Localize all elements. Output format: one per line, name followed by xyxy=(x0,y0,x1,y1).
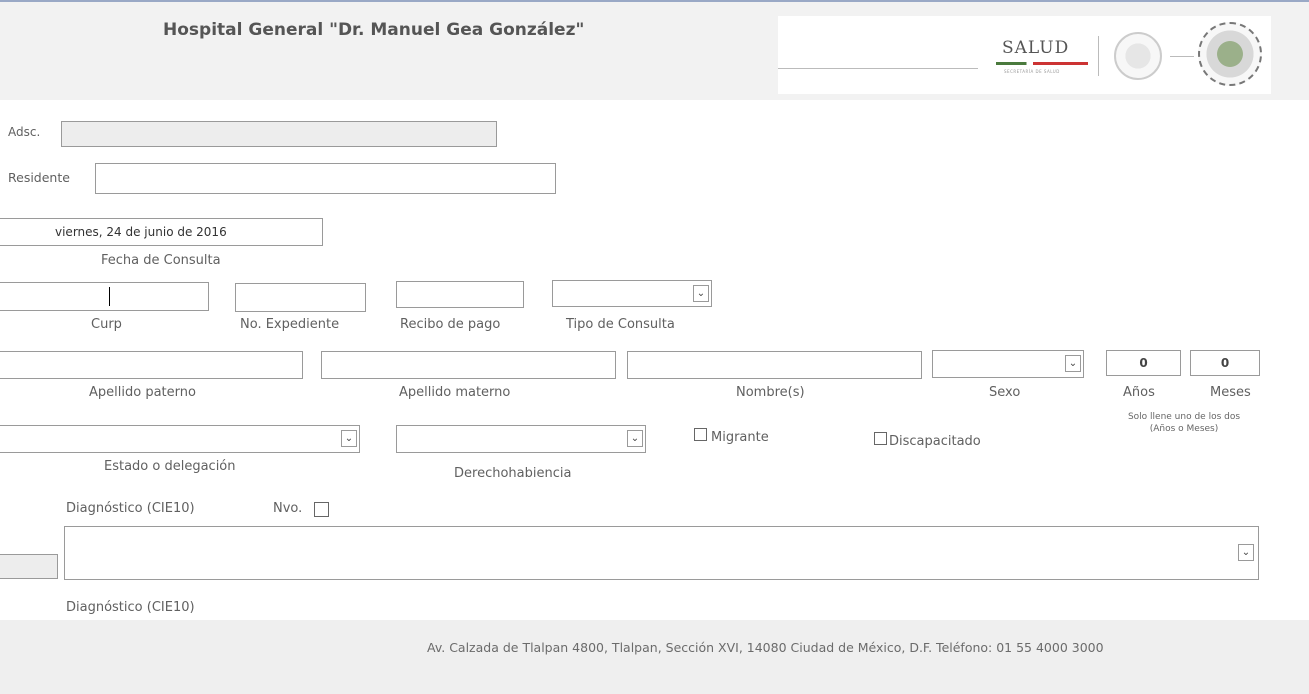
sexo-label: Sexo xyxy=(989,385,1021,400)
meses-label: Meses xyxy=(1210,385,1251,400)
apellido-materno-field[interactable] xyxy=(321,351,616,379)
text-cursor xyxy=(109,287,110,306)
estado-delegacion-select[interactable]: ⌄ xyxy=(0,425,360,453)
nvo-checkbox[interactable] xyxy=(314,502,329,517)
diagnostico-2-label: Diagnóstico (CIE10) xyxy=(66,600,195,615)
discapacitado-label: Discapacitado xyxy=(889,434,981,449)
mexico-seal-icon xyxy=(1114,32,1162,80)
residente-field[interactable] xyxy=(95,163,556,194)
curp-label: Curp xyxy=(91,317,122,332)
header: Hospital General "Dr. Manuel Gea Gonzále… xyxy=(0,0,1309,100)
migrante-checkbox[interactable] xyxy=(694,428,707,441)
meses-value: 0 xyxy=(1220,356,1230,370)
anos-field[interactable]: 0 xyxy=(1106,350,1181,376)
footer: Av. Calzada de Tlalpan 4800, Tlalpan, Se… xyxy=(0,620,1309,694)
residente-label: Residente xyxy=(8,170,70,185)
tipo-consulta-select[interactable]: ⌄ xyxy=(552,280,712,307)
apellido-materno-label: Apellido materno xyxy=(399,385,511,400)
meses-field[interactable]: 0 xyxy=(1190,350,1260,376)
salud-logo-subtext: SECRETARÍA DE SALUD xyxy=(1004,69,1060,74)
edad-note: Solo llene uno de los dos (Años o Meses) xyxy=(1108,411,1260,435)
fecha-consulta-label: Fecha de Consulta xyxy=(101,253,221,268)
diagnostico-code-field[interactable] xyxy=(0,554,58,579)
diagnostico-1-select[interactable]: ⌄ xyxy=(64,526,1259,580)
recibo-pago-label: Recibo de pago xyxy=(400,317,501,332)
nvo-label: Nvo. xyxy=(273,501,303,516)
apellido-paterno-label: Apellido paterno xyxy=(89,385,196,400)
diagnostico-1-label: Diagnóstico (CIE10) xyxy=(66,501,195,516)
fecha-consulta-value: viernes, 24 de junio de 2016 xyxy=(55,225,227,239)
estado-delegacion-label: Estado o delegación xyxy=(104,459,236,474)
adsc-label: Adsc. xyxy=(8,125,41,139)
migrante-label: Migrante xyxy=(711,430,769,445)
adsc-field[interactable] xyxy=(61,121,497,147)
salud-logo-underline xyxy=(996,62,1088,65)
logos-banner: SALUD SECRETARÍA DE SALUD xyxy=(778,16,1271,94)
fecha-consulta-field[interactable]: viernes, 24 de junio de 2016 xyxy=(0,218,323,246)
nombre-label: Nombre(s) xyxy=(736,385,805,400)
anos-label: Años xyxy=(1123,385,1155,400)
discapacitado-checkbox[interactable] xyxy=(874,432,887,445)
logo-separator xyxy=(1098,36,1099,76)
chevron-down-icon[interactable]: ⌄ xyxy=(1065,355,1081,372)
footer-address: Av. Calzada de Tlalpan 4800, Tlalpan, Se… xyxy=(427,640,1104,655)
hospital-seal-icon xyxy=(1198,22,1262,86)
expediente-label: No. Expediente xyxy=(240,317,340,332)
chevron-down-icon[interactable]: ⌄ xyxy=(1238,544,1254,561)
derechohabiencia-label: Derechohabiencia xyxy=(454,466,572,481)
logo-divider-line-2 xyxy=(1170,56,1194,57)
expediente-field[interactable] xyxy=(235,283,366,312)
curp-field[interactable] xyxy=(0,282,209,311)
derechohabiencia-select[interactable]: ⌄ xyxy=(396,425,646,453)
apellido-paterno-field[interactable] xyxy=(0,351,303,379)
anos-value: 0 xyxy=(1139,356,1148,370)
recibo-pago-field[interactable] xyxy=(396,281,524,308)
chevron-down-icon[interactable]: ⌄ xyxy=(627,430,643,447)
edad-note-line2: (Años o Meses) xyxy=(1149,424,1219,434)
salud-logo-text: SALUD xyxy=(1002,38,1070,58)
logo-divider-line xyxy=(778,68,978,69)
chevron-down-icon[interactable]: ⌄ xyxy=(693,285,709,302)
nombre-field[interactable] xyxy=(627,351,922,379)
tipo-consulta-label: Tipo de Consulta xyxy=(566,317,675,332)
chevron-down-icon[interactable]: ⌄ xyxy=(341,430,357,447)
page-title: Hospital General "Dr. Manuel Gea Gonzále… xyxy=(163,20,585,40)
sexo-select[interactable]: ⌄ xyxy=(932,350,1084,378)
edad-note-line1: Solo llene uno de los dos xyxy=(1127,412,1241,422)
